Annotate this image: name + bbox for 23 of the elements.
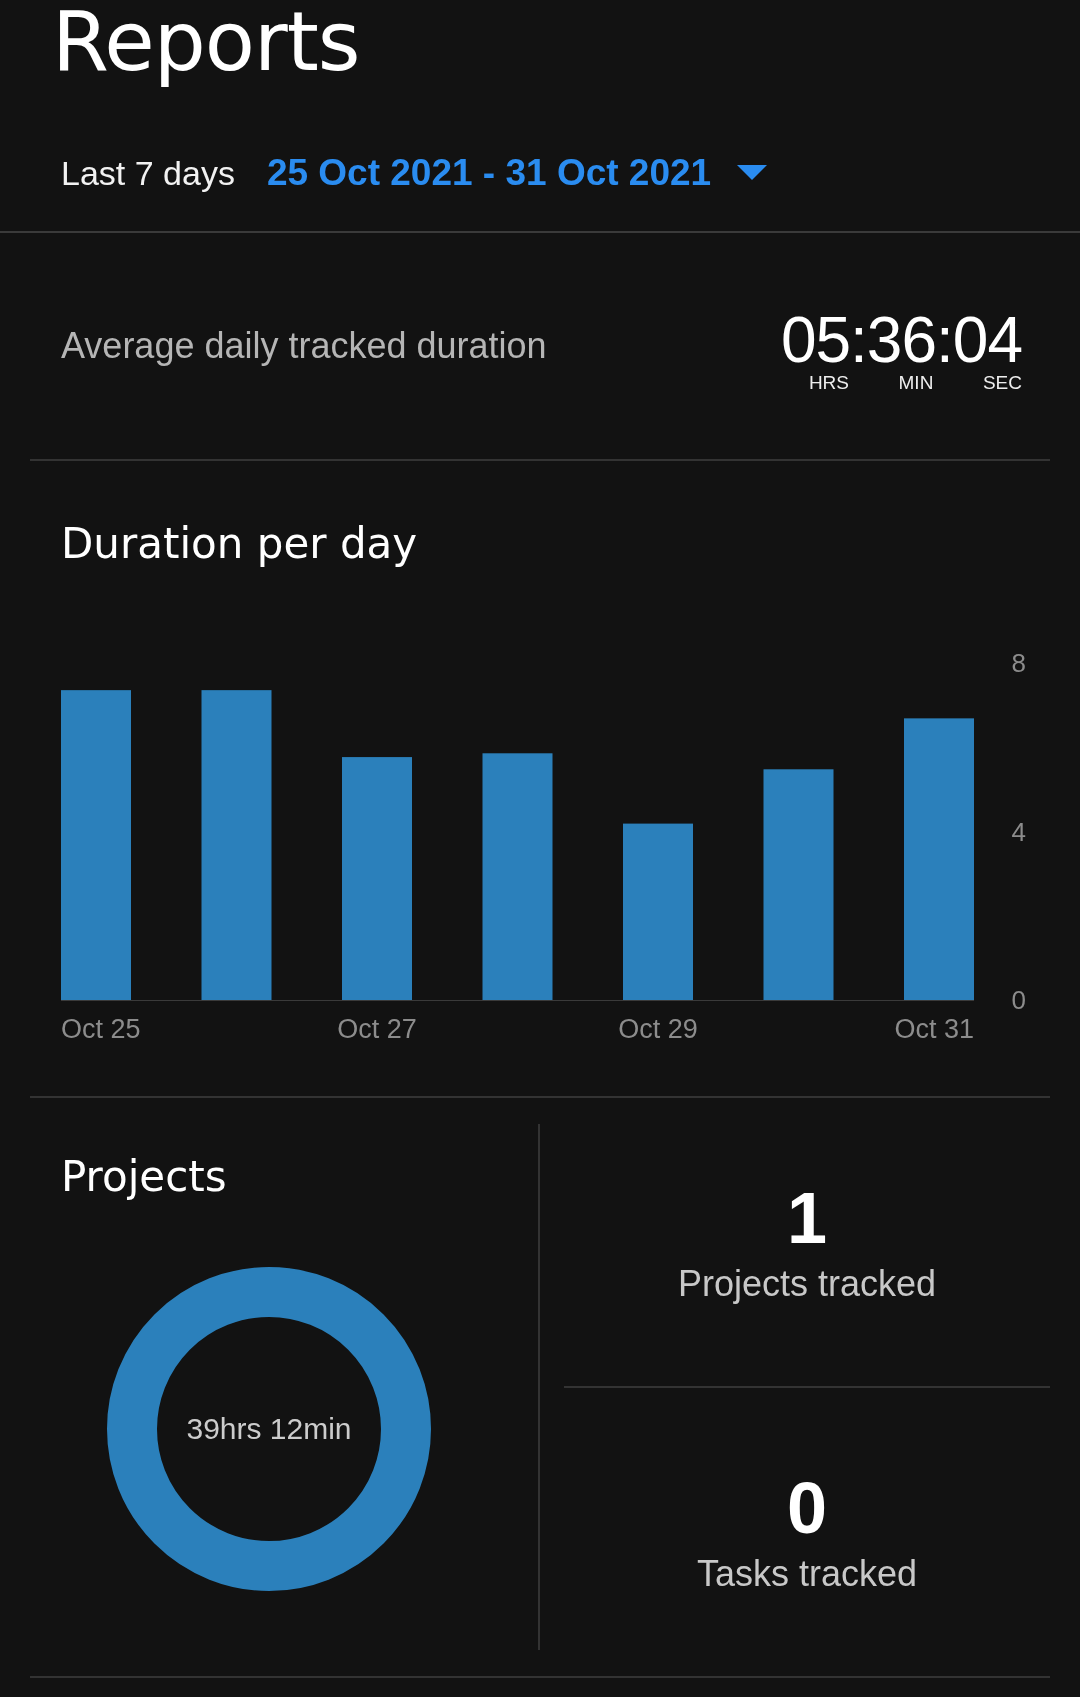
stat-value: 0 bbox=[786, 1469, 827, 1547]
caret-icon bbox=[737, 165, 768, 181]
axis-tick-label: Oct 27 bbox=[337, 1014, 417, 1044]
average-label: Average daily tracked duration bbox=[61, 325, 547, 367]
stat-label: Projects tracked bbox=[677, 1263, 937, 1305]
axis-tick-label: Oct 31 bbox=[894, 1014, 974, 1044]
page-title: Reports bbox=[51, 0, 360, 88]
unit-label: HRS bbox=[808, 372, 849, 394]
date-range-dropdown[interactable]: 25 Oct 2021 - 31 Oct 2021 bbox=[266, 152, 768, 194]
section-title: Projects bbox=[61, 1152, 228, 1201]
axis-tick-label: 8 bbox=[1011, 648, 1026, 679]
axis-tick-label: 0 bbox=[1011, 985, 1026, 1015]
range-label: Last 7 days bbox=[61, 153, 235, 193]
unit-label: MIN bbox=[898, 372, 934, 394]
axis-tick-label: Oct 25 bbox=[61, 1014, 141, 1044]
stat-label: Tasks tracked bbox=[696, 1553, 918, 1595]
stat-value: 1 bbox=[786, 1179, 827, 1257]
total-duration: 39hrs 12min bbox=[186, 1412, 352, 1446]
average-duration: 05:36:04 bbox=[780, 308, 1022, 372]
axis-tick-label: 4 bbox=[1011, 816, 1026, 847]
unit-label: SEC bbox=[982, 372, 1022, 394]
axis-tick-label: Oct 29 bbox=[618, 1014, 698, 1044]
chart-title: Duration per day bbox=[61, 519, 419, 568]
